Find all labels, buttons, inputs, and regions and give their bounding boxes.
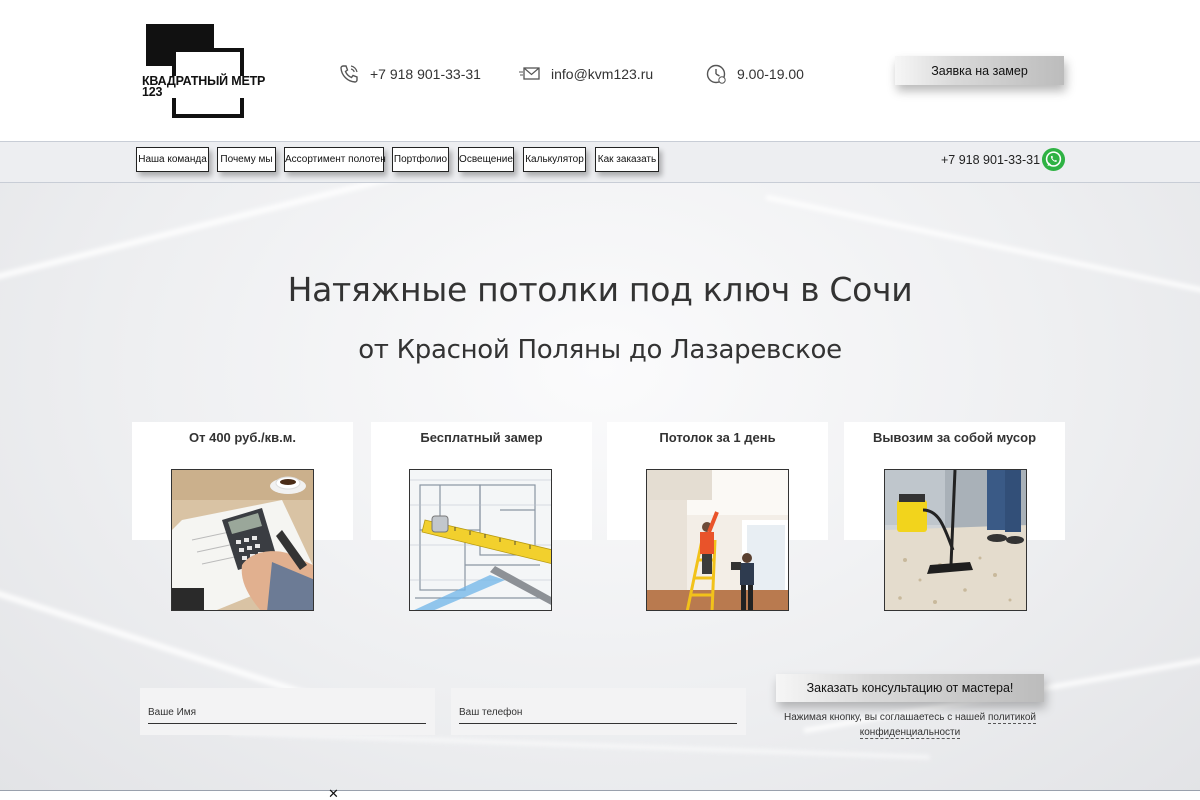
phone-icon — [340, 65, 358, 83]
nav-item-team[interactable]: Наша команда — [136, 147, 209, 172]
header-hours: 9.00-19.00 — [705, 62, 804, 86]
nav-item-assortment[interactable]: Ассортимент полотен — [284, 147, 386, 172]
feature-card-price: От 400 руб./кв.м. — [132, 422, 353, 611]
hero-subtitle: от Красной Поляны до Лазаревское — [358, 335, 842, 365]
logo[interactable]: КВАДРАТНЫЙ МЕТР 123 — [142, 22, 268, 120]
header-phone-text: +7 918 901-33-31 — [370, 66, 481, 82]
logo-text: КВАДРАТНЫЙ МЕТР 123 — [142, 75, 268, 99]
nav-item-how-to-order[interactable]: Как заказать — [595, 147, 659, 172]
calculator-photo — [171, 469, 314, 611]
phone-input[interactable] — [459, 702, 737, 724]
phone-field — [451, 688, 746, 735]
installers-photo — [646, 469, 789, 611]
nav-item-portfolio[interactable]: Портфолио — [392, 147, 449, 172]
nav-item-calculator[interactable]: Калькулятор — [523, 147, 586, 172]
feature-card-one-day: Потолок за 1 день — [607, 422, 828, 611]
header-email[interactable]: info@kvm123.ru — [519, 62, 653, 86]
nav-phone[interactable]: +7 918 901-33-31 — [941, 153, 1040, 167]
card-title: Бесплатный замер — [420, 430, 543, 445]
envelope-icon — [519, 67, 540, 80]
card-title: От 400 руб./кв.м. — [189, 430, 296, 445]
order-consultation-button[interactable]: Заказать консультацию от мастера! — [776, 674, 1044, 702]
bottom-banner-strip — [0, 790, 1200, 800]
card-title: Вывозим за собой мусор — [872, 430, 1037, 445]
nav-item-lighting[interactable]: Освещение — [458, 147, 514, 172]
nav-bar: Наша команда Почему мы Ассортимент полот… — [0, 141, 1200, 183]
site-header: КВАДРАТНЫЙ МЕТР 123 +7 918 901-33-31 inf… — [0, 0, 1200, 141]
privacy-notice: Нажимая кнопку, вы соглашаетесь с нашей … — [776, 710, 1044, 740]
hero-section: Натяжные потолки под ключ в Сочи от Крас… — [0, 183, 1200, 800]
nav-item-why-us[interactable]: Почему мы — [217, 147, 276, 172]
whatsapp-icon[interactable] — [1041, 147, 1066, 172]
header-email-text: info@kvm123.ru — [551, 66, 654, 82]
clock-icon — [706, 64, 726, 84]
hero-title: Натяжные потолки под ключ в Сочи — [287, 270, 913, 309]
header-hours-text: 9.00-19.00 — [737, 66, 804, 82]
logo-line-2: 123 — [142, 85, 163, 99]
privacy-notice-text: Нажимая кнопку, вы соглашаетесь с нашей — [783, 712, 989, 723]
card-title: Потолок за 1 день — [659, 430, 776, 445]
feature-card-cleanup: Вывозим за собой мусор — [844, 422, 1065, 611]
vacuum-photo — [884, 469, 1027, 611]
close-icon[interactable]: ✕ — [328, 787, 339, 800]
header-phone[interactable]: +7 918 901-33-31 — [338, 62, 481, 86]
request-measure-button[interactable]: Заявка на замер — [895, 56, 1064, 85]
blueprint-photo — [409, 469, 552, 611]
feature-card-measure: Бесплатный замер — [371, 422, 592, 611]
name-input[interactable] — [148, 702, 426, 724]
name-field — [140, 688, 435, 735]
